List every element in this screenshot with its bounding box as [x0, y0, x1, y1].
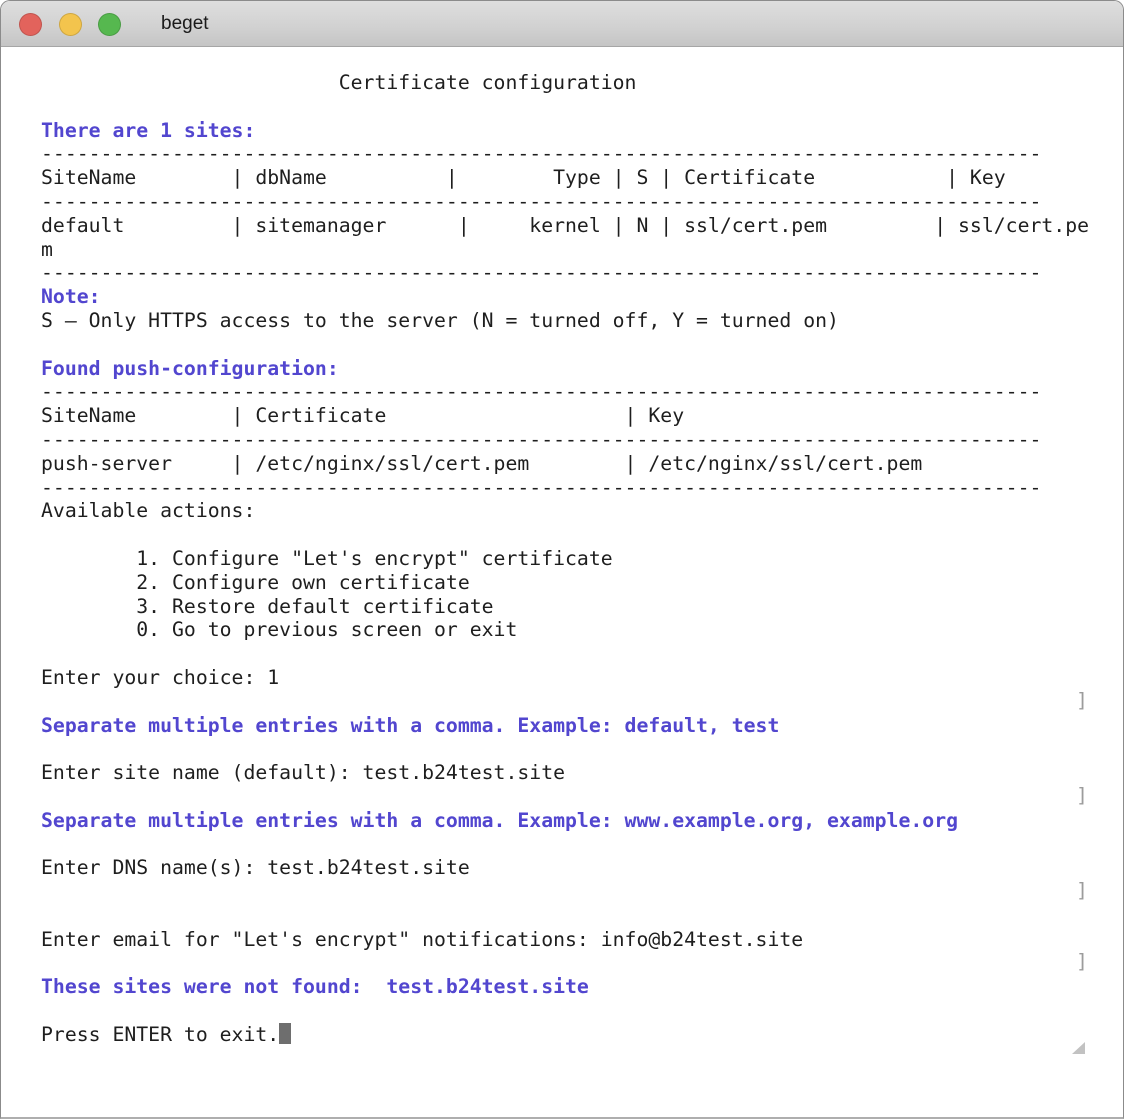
- terminal-line-text: Note:: [41, 285, 101, 308]
- terminal-line-text: Enter email for "Let's encrypt" notifica…: [41, 928, 803, 951]
- terminal-line-text: Available actions:: [41, 499, 255, 522]
- terminal-line: [41, 951, 1123, 975]
- terminal-line: [41, 737, 1123, 761]
- terminal-line: [41, 690, 1123, 714]
- scroll-artifact-bracket: ]: [1076, 950, 1088, 974]
- terminal-line-text: Found push-configuration:: [41, 357, 339, 380]
- terminal-line: ----------------------------------------…: [41, 380, 1123, 404]
- table-divider: ----------------------------------------…: [41, 476, 1041, 499]
- table-divider: ----------------------------------------…: [41, 190, 1041, 213]
- terminal-output: Certificate configuration There are 1 sit…: [1, 47, 1123, 1047]
- terminal-line: S — Only HTTPS access to the server (N =…: [41, 309, 1123, 333]
- minimize-button[interactable]: [59, 13, 82, 36]
- terminal-line: push-server | /etc/nginx/ssl/cert.pem | …: [41, 452, 1123, 476]
- close-button[interactable]: [19, 13, 42, 36]
- scroll-artifact-bracket: ]: [1076, 784, 1088, 808]
- terminal-line: Certificate configuration: [41, 71, 1123, 95]
- terminal-line-text: 3. Restore default certificate: [41, 595, 494, 618]
- terminal-line: SiteName | dbName | Type | S | Certifica…: [41, 166, 1123, 190]
- terminal-line: [41, 523, 1123, 547]
- table-divider: ----------------------------------------…: [41, 380, 1041, 403]
- terminal-line-text: Separate multiple entries with a comma. …: [41, 714, 779, 737]
- terminal-line-text: Separate multiple entries with a comma. …: [41, 809, 958, 832]
- terminal-line-text: SiteName | Certificate | Key: [41, 404, 684, 427]
- terminal-line: ----------------------------------------…: [41, 428, 1123, 452]
- window-title: beget: [161, 1, 209, 47]
- terminal-line: There are 1 sites:: [41, 119, 1123, 143]
- terminal-line: SiteName | Certificate | Key: [41, 404, 1123, 428]
- terminal-line: [41, 333, 1123, 357]
- terminal-line: 1. Configure "Let's encrypt" certificate: [41, 547, 1123, 571]
- scroll-artifact-bracket: ]: [1076, 879, 1088, 903]
- terminal-line: [41, 904, 1123, 928]
- terminal-line: 3. Restore default certificate: [41, 595, 1123, 619]
- terminal-line-text: Certificate configuration: [41, 71, 636, 94]
- terminal-line-text: Press ENTER to exit.: [41, 1023, 279, 1046]
- terminal-line: [41, 880, 1123, 904]
- terminal-line: default | sitemanager | kernel | N | ssl…: [41, 214, 1123, 238]
- terminal-line: Available actions:: [41, 499, 1123, 523]
- terminal-window: beget Certificate configuration There are…: [0, 0, 1124, 1119]
- terminal-line-text: 1. Configure "Let's encrypt" certificate: [41, 547, 613, 570]
- terminal-line: [41, 785, 1123, 809]
- terminal-line: 0. Go to previous screen or exit: [41, 618, 1123, 642]
- terminal-line: Enter email for "Let's encrypt" notifica…: [41, 928, 1123, 952]
- titlebar: beget: [1, 1, 1123, 47]
- terminal-line: ----------------------------------------…: [41, 261, 1123, 285]
- resize-handle[interactable]: [1072, 1042, 1085, 1054]
- terminal-line: Enter DNS name(s): test.b24test.site: [41, 856, 1123, 880]
- terminal-line-text: Enter your choice: 1: [41, 666, 279, 689]
- terminal-line: m: [41, 238, 1123, 262]
- table-divider: ----------------------------------------…: [41, 142, 1041, 165]
- terminal-line-text: SiteName | dbName | Type | S | Certifica…: [41, 166, 1006, 189]
- terminal-line: Enter site name (default): test.b24test.…: [41, 761, 1123, 785]
- terminal-cursor: [279, 1023, 291, 1044]
- terminal-line: [41, 642, 1123, 666]
- terminal-line: Separate multiple entries with a comma. …: [41, 714, 1123, 738]
- terminal-line: ----------------------------------------…: [41, 476, 1123, 500]
- terminal-line: ----------------------------------------…: [41, 190, 1123, 214]
- terminal-line-text: There are 1 sites:: [41, 119, 255, 142]
- terminal-line: Separate multiple entries with a comma. …: [41, 809, 1123, 833]
- terminal-line: ----------------------------------------…: [41, 142, 1123, 166]
- terminal-line: [41, 95, 1123, 119]
- table-divider: ----------------------------------------…: [41, 428, 1041, 451]
- terminal-line-text: Enter DNS name(s): test.b24test.site: [41, 856, 470, 879]
- terminal-line: Press ENTER to exit.: [41, 1023, 1123, 1047]
- terminal-line-text: 2. Configure own certificate: [41, 571, 470, 594]
- terminal-line: These sites were not found: test.b24test…: [41, 975, 1123, 999]
- terminal-line: 2. Configure own certificate: [41, 571, 1123, 595]
- terminal-line-text: m: [41, 238, 53, 261]
- table-divider: ----------------------------------------…: [41, 261, 1041, 284]
- terminal-line-text: push-server | /etc/nginx/ssl/cert.pem | …: [41, 452, 922, 475]
- terminal-line: Enter your choice: 1: [41, 666, 1123, 690]
- terminal-line: Found push-configuration:: [41, 357, 1123, 381]
- terminal-line-text: S — Only HTTPS access to the server (N =…: [41, 309, 839, 332]
- terminal-line-text: default | sitemanager | kernel | N | ssl…: [41, 214, 1089, 237]
- terminal-line-text: These sites were not found: test.b24test…: [41, 975, 589, 998]
- terminal-line: [41, 833, 1123, 857]
- terminal-line: Note:: [41, 285, 1123, 309]
- scroll-artifact-bracket: ]: [1076, 689, 1088, 713]
- terminal-line: [41, 999, 1123, 1023]
- zoom-button[interactable]: [98, 13, 121, 36]
- terminal-line-text: 0. Go to previous screen or exit: [41, 618, 517, 641]
- terminal-line-text: Enter site name (default): test.b24test.…: [41, 761, 565, 784]
